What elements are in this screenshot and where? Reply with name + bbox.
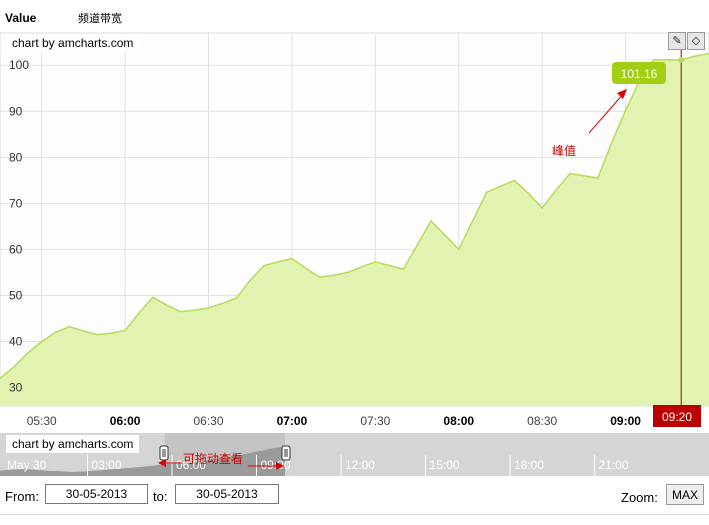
scroller-left-handle[interactable] xyxy=(159,445,169,461)
data-point xyxy=(569,172,571,175)
pencil-icon[interactable]: ✎ xyxy=(668,32,686,50)
data-point xyxy=(457,248,460,251)
data-point xyxy=(54,331,57,334)
x-tick-label: 07:30 xyxy=(360,414,390,428)
y-tick-label: 60 xyxy=(9,242,23,256)
area-chart: 30 40 50 60 70 80 90 100 05:30 06:00 06:30 07:00 07… xyxy=(0,32,709,476)
y-tick-label: 40 xyxy=(9,335,23,349)
data-point xyxy=(652,59,655,61)
x-tick-label: 06:00 xyxy=(110,414,141,428)
data-point xyxy=(374,261,377,263)
cursor-value-text: 101.16 xyxy=(621,67,658,81)
cursor-time-text: 09:20 xyxy=(662,410,692,424)
scroller-label: 18:00 xyxy=(514,458,544,472)
scroller-label: May 30 xyxy=(7,458,47,472)
data-point xyxy=(96,333,99,336)
data-point xyxy=(166,304,168,306)
data-point xyxy=(235,297,238,300)
data-point xyxy=(291,257,293,260)
data-point xyxy=(318,276,321,278)
scroller-label: 21:00 xyxy=(599,458,629,472)
scroller-label: 12:00 xyxy=(345,458,375,472)
data-point xyxy=(179,310,182,313)
data-point xyxy=(346,271,349,274)
data-point xyxy=(68,325,71,328)
data-point xyxy=(40,340,43,343)
from-date-input[interactable] xyxy=(45,484,148,504)
data-point xyxy=(666,59,669,61)
data-point xyxy=(82,330,85,332)
scroller-credit[interactable]: chart by amcharts.com xyxy=(6,435,140,453)
data-point xyxy=(680,59,682,61)
zoom-max-button[interactable]: MAX xyxy=(666,484,704,505)
y-tick-label: 100 xyxy=(9,58,29,72)
x-tick-label: 06:30 xyxy=(194,414,224,428)
data-point xyxy=(138,312,140,314)
y-tick-label: 80 xyxy=(9,150,23,164)
scroller-label: 15:00 xyxy=(430,458,460,472)
data-point xyxy=(624,109,627,112)
data-point xyxy=(694,55,696,57)
data-point xyxy=(124,329,126,332)
x-tick-label: 05:30 xyxy=(27,414,57,428)
data-point xyxy=(485,191,488,194)
data-point xyxy=(471,220,474,222)
data-point xyxy=(263,264,265,267)
data-point xyxy=(249,279,252,282)
data-point xyxy=(444,234,446,236)
to-label: to: xyxy=(153,489,168,504)
data-point xyxy=(388,264,391,267)
divider xyxy=(0,514,709,515)
data-point xyxy=(360,266,363,268)
x-axis-labels: 05:30 06:00 06:30 07:00 07:30 08:00 08:30 09:00 xyxy=(27,414,642,428)
data-point xyxy=(193,309,196,312)
to-date-input[interactable] xyxy=(175,484,279,504)
data-point xyxy=(541,207,543,209)
data-point xyxy=(610,141,613,144)
eraser-icon[interactable]: ◇ xyxy=(687,32,705,50)
data-point xyxy=(221,302,224,305)
x-tick-label: 08:30 xyxy=(527,414,557,428)
y-tick-label: 70 xyxy=(9,196,23,210)
data-point xyxy=(527,192,530,195)
data-point xyxy=(416,244,418,247)
y-tick-label: 30 xyxy=(9,381,23,395)
data-point xyxy=(152,296,154,299)
data-point xyxy=(402,268,404,271)
peak-annotation-text: 峰值 xyxy=(552,143,576,158)
zoom-label: Zoom: xyxy=(621,490,658,505)
y-tick-label: 90 xyxy=(9,104,23,118)
x-tick-label: 09:00 xyxy=(610,414,641,428)
y-tick-label: 50 xyxy=(9,288,23,302)
data-point xyxy=(499,185,502,188)
data-point xyxy=(110,332,113,335)
scroller-right-handle[interactable] xyxy=(281,445,291,461)
scroller-label: 03:00 xyxy=(92,458,122,472)
data-point xyxy=(13,366,15,368)
data-point xyxy=(596,177,599,179)
data-point xyxy=(277,261,279,263)
data-point xyxy=(513,179,516,182)
amcharts-credit[interactable]: chart by amcharts.com xyxy=(6,34,140,52)
data-point xyxy=(430,220,432,222)
drag-annotation-text: 可拖动查看 xyxy=(183,452,243,466)
data-point xyxy=(332,274,335,277)
data-point xyxy=(638,80,641,82)
data-point xyxy=(27,352,29,354)
x-tick-label: 07:00 xyxy=(277,414,308,428)
x-tick-label: 08:00 xyxy=(443,414,474,428)
from-label: From: xyxy=(5,489,39,504)
data-point xyxy=(583,174,585,177)
data-point xyxy=(555,189,557,191)
cursor-time-balloon: 09:20 xyxy=(653,405,701,427)
data-point xyxy=(207,307,210,309)
data-point xyxy=(305,267,307,270)
